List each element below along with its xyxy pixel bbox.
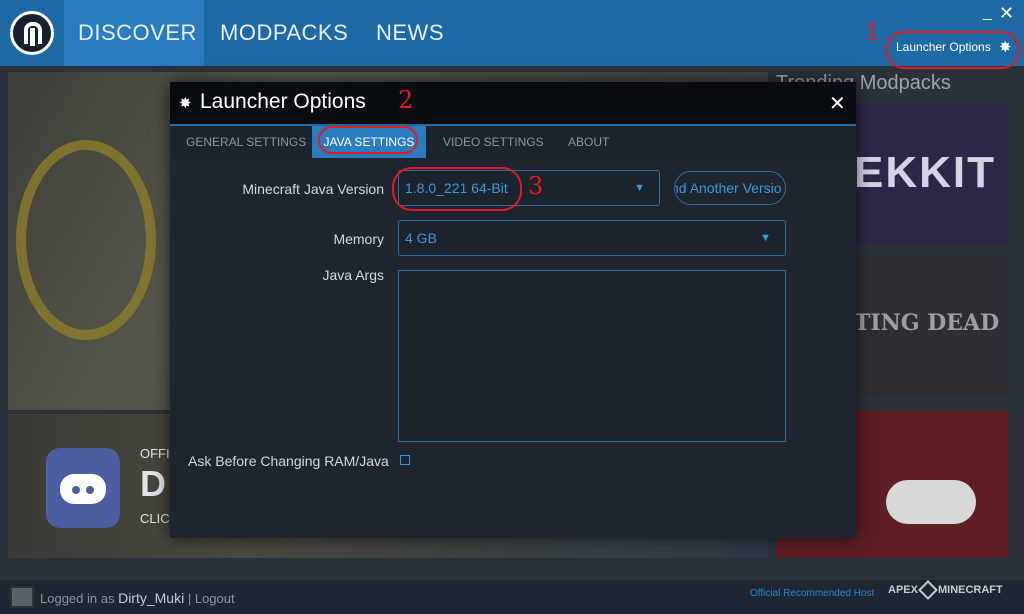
launcher-options-dialog: ✸ Launcher Options ✕ GENERAL SETTINGS JA… [170, 82, 856, 538]
handshake-image [886, 480, 976, 524]
annotation-circle-java-version [392, 167, 522, 211]
ask-before-changing-checkbox[interactable] [400, 455, 410, 465]
tab-general-settings[interactable]: GENERAL SETTINGS [186, 126, 306, 158]
separator: | [187, 591, 192, 606]
dialog-tabs: GENERAL SETTINGS JAVA SETTINGS VIDEO SET… [170, 124, 856, 158]
discord-face [60, 474, 106, 504]
featured-emblem-image [16, 140, 156, 340]
annotation-circle-launcher-options [886, 31, 1020, 69]
java-args-label: Java Args [322, 267, 384, 283]
app-logo-icon[interactable] [10, 11, 54, 55]
memory-select[interactable]: 4 GB ▼ [398, 220, 786, 256]
apex-minecraft-logo[interactable]: APEX MINECRAFT [888, 580, 1003, 600]
apex-cube-icon [918, 580, 938, 600]
tab-about[interactable]: ABOUT [568, 126, 609, 158]
find-another-version-button[interactable]: nd Another Versio [674, 171, 786, 205]
close-window-button[interactable]: ✕ [999, 3, 1014, 24]
avatar [10, 586, 34, 608]
discord-eye [72, 486, 80, 494]
username: Dirty_Muki [118, 590, 185, 606]
caret-down-icon: ▼ [634, 182, 645, 194]
pack-title: EKKIT [854, 148, 996, 197]
nav-tab-modpacks[interactable]: MODPACKS [220, 0, 348, 66]
annotation-circle-java-tab [318, 126, 418, 154]
gear-icon: ✸ [179, 95, 192, 112]
tab-video-settings[interactable]: VIDEO SETTINGS [443, 126, 544, 158]
apex-brand-left: APEX [888, 583, 918, 596]
memory-label: Memory [333, 231, 384, 247]
pack-title: TING DEAD [854, 310, 1000, 336]
discord-eye [86, 486, 94, 494]
apex-brand-right: MINECRAFT [937, 583, 1003, 596]
ask-before-changing-label: Ask Before Changing RAM/Java [188, 453, 389, 469]
discord-banner-title: D [140, 463, 166, 504]
memory-value: 4 GB [405, 230, 437, 246]
nav-tab-discover[interactable]: DISCOVER [64, 0, 204, 66]
dialog-header: ✸ Launcher Options ✕ [170, 82, 856, 124]
logo-glyph-stem [30, 28, 35, 46]
dialog-title: Launcher Options [200, 90, 366, 113]
login-status: Logged in as Dirty_Muki | Logout [40, 590, 235, 606]
java-args-textarea[interactable] [398, 270, 786, 442]
discord-banner-text: OFFI [140, 446, 170, 461]
recommended-host-link[interactable]: Official Recommended Host [750, 588, 874, 599]
annotation-number-1: 1 [865, 18, 881, 46]
annotation-number-2: 2 [398, 86, 414, 114]
nav-tab-news[interactable]: NEWS [376, 0, 444, 66]
annotation-number-3: 3 [528, 172, 544, 200]
caret-down-icon: ▼ [760, 232, 771, 244]
logged-in-prefix: Logged in as [40, 591, 115, 606]
discord-banner-cta: CLIC [140, 511, 170, 526]
minimize-window-button[interactable]: _ [983, 4, 992, 22]
discord-icon [46, 448, 120, 528]
java-version-label: Minecraft Java Version [242, 181, 384, 197]
logout-link[interactable]: Logout [195, 591, 235, 606]
dialog-close-button[interactable]: ✕ [829, 91, 846, 116]
